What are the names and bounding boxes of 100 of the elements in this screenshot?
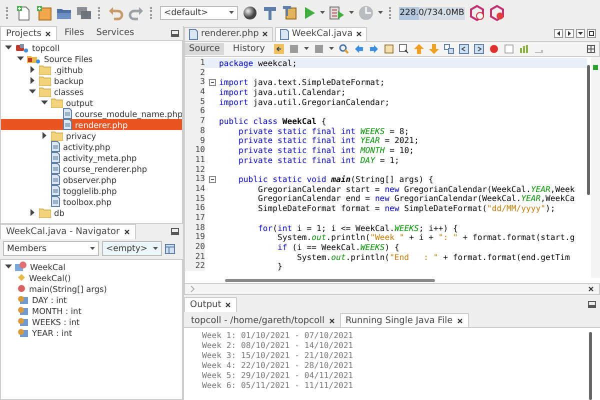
hammer-icon[interactable] [262, 5, 278, 21]
editor-tab[interactable]: WeekCal.java [274, 26, 367, 40]
fold-icon[interactable] [208, 176, 216, 183]
expand-arrow-icon[interactable] [29, 77, 36, 84]
line-number: 4 [185, 87, 205, 97]
panel-tab[interactable]: Output [184, 296, 238, 312]
collapse-arrow-icon[interactable] [29, 88, 36, 95]
record-icon[interactable] [488, 44, 499, 54]
navigator-item[interactable]: DAY : int [1, 294, 182, 305]
fold-icon[interactable] [208, 78, 216, 86]
close-icon[interactable] [45, 30, 52, 36]
hexagon-clock-icon[interactable] [469, 5, 485, 21]
expand-arrow-icon[interactable] [29, 66, 36, 73]
caret-icon[interactable] [229, 11, 234, 15]
code-line: System.out.println("End : " + format.format(end.getTim [296, 252, 570, 262]
caret-icon[interactable] [328, 47, 334, 51]
tree-item[interactable]: course_renderer.php [1, 163, 182, 174]
page-icon[interactable] [288, 44, 299, 54]
navigator-item[interactable]: main(String[] args) [1, 283, 182, 294]
close-icon[interactable] [356, 31, 362, 37]
tree-item[interactable]: course_module_name.php [1, 108, 182, 119]
maximize-icon[interactable] [587, 29, 596, 38]
arrow-left-icon[interactable] [354, 44, 364, 54]
tree-item[interactable]: activity.php [1, 141, 182, 152]
split-icon[interactable] [587, 45, 595, 53]
page-icon[interactable] [314, 44, 324, 54]
close-icon[interactable] [588, 286, 594, 292]
minimize-icon[interactable] [171, 30, 179, 36]
hexagon-stop-icon[interactable] [489, 5, 505, 21]
minimize-icon[interactable] [588, 300, 596, 308]
close-icon[interactable] [262, 31, 268, 37]
windows-icon[interactable] [76, 5, 92, 21]
tree-item[interactable]: observer.php [1, 174, 182, 185]
tree-item[interactable]: output [1, 97, 182, 108]
close-icon[interactable] [456, 318, 463, 324]
close-icon[interactable] [328, 318, 334, 324]
scrollbar-thumb[interactable] [225, 279, 435, 282]
shift-right-icon[interactable] [474, 44, 484, 54]
caret-icon[interactable] [90, 246, 95, 250]
file-icon [51, 141, 60, 152]
members-dropdown[interactable]: Members [3, 241, 99, 256]
navigator-item[interactable]: WeekCal [1, 261, 182, 272]
collapse-arrow-icon[interactable] [5, 263, 12, 270]
minimize-icon[interactable] [171, 228, 179, 234]
tree-item[interactable]: renderer.php [1, 119, 182, 130]
caret-icon[interactable] [320, 11, 325, 15]
caret-icon[interactable] [349, 11, 354, 15]
tree-item[interactable]: backup [1, 75, 182, 86]
panel-tab[interactable]: Files [59, 26, 90, 40]
squares-icon[interactable] [444, 44, 454, 54]
tree-item[interactable]: classes [1, 86, 182, 97]
tree-item[interactable]: activity_meta.php [1, 152, 182, 163]
hammer-brush-icon[interactable] [282, 5, 298, 21]
scrollbar-thumb[interactable] [589, 332, 592, 400]
scroll-left-icon[interactable] [554, 29, 563, 38]
navigator-item[interactable]: YEAR : int [1, 327, 182, 338]
dropdown-icon[interactable] [576, 29, 585, 38]
expand-arrow-icon[interactable] [41, 132, 48, 139]
memory-meter[interactable]: 228.0/734.0MB [399, 6, 465, 20]
debug-icon[interactable] [329, 5, 345, 21]
tree-item[interactable]: topcoll [1, 42, 182, 53]
sphere-icon[interactable] [242, 5, 258, 21]
caret-icon[interactable] [378, 11, 383, 15]
file-icon [189, 28, 198, 40]
view-tab[interactable]: History [228, 43, 269, 55]
close-icon[interactable] [225, 302, 232, 308]
expand-arrow-icon[interactable] [29, 209, 36, 216]
shift-left-icon[interactable] [458, 44, 469, 54]
navigator-item[interactable]: MONTH : int [1, 305, 182, 316]
panel-tab[interactable]: Services [91, 26, 140, 40]
arrow-right-icon[interactable] [368, 44, 379, 54]
tree-item[interactable]: togglelib.php [1, 185, 182, 196]
view-tab[interactable]: Source [185, 43, 224, 55]
filter-dropdown[interactable]: <empty> [102, 241, 162, 256]
collapse-arrow-icon[interactable] [17, 55, 24, 62]
collapse-arrow-icon[interactable] [5, 44, 12, 51]
collapse-arrow-icon[interactable] [41, 99, 48, 106]
search-icon[interactable] [338, 44, 349, 54]
scroll-right-icon[interactable] [565, 29, 574, 38]
configuration-dropdown[interactable]: <default> [160, 6, 238, 20]
close-icon[interactable] [124, 228, 130, 234]
tree-item[interactable]: privacy [1, 130, 182, 141]
tree-item[interactable]: .github [1, 64, 182, 75]
navigator-item[interactable]: WeekCal() [1, 272, 182, 283]
code-line: System.out.println("Week " + i + ": " + format.format(start.g [276, 232, 575, 242]
caret-icon[interactable] [153, 246, 158, 250]
panel-tab[interactable]: WeekCal.java - Navigator [0, 224, 136, 238]
console-tab[interactable]: topcoll - /home/gareth/topcoll [186, 314, 340, 327]
navigator-item[interactable]: WEEKS : int [1, 316, 182, 327]
back-arrow-icon[interactable] [274, 44, 284, 54]
scrollbar-thumb[interactable] [587, 65, 590, 195]
panel-icon[interactable] [165, 244, 175, 254]
new-folder-icon[interactable] [36, 5, 52, 21]
new-file-icon[interactable] [16, 5, 32, 21]
tree-item[interactable]: toolbox.php [1, 196, 182, 207]
panel-tab[interactable]: Projects [0, 26, 58, 40]
console-tab[interactable]: Running Single Java File [340, 313, 469, 327]
tree-item[interactable]: db [1, 207, 182, 218]
caret-icon[interactable] [304, 47, 309, 51]
tree-item[interactable]: Source Files [1, 53, 182, 64]
